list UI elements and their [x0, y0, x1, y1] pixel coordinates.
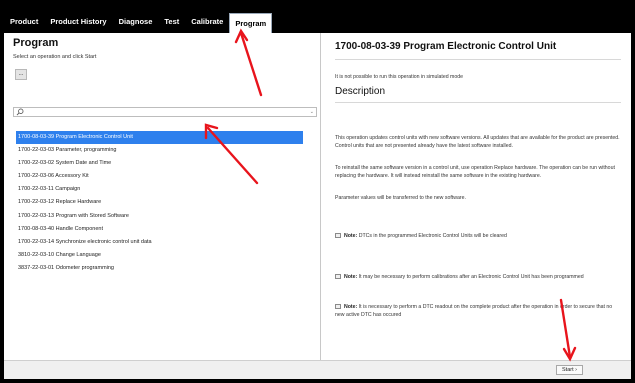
- note-icon: [335, 233, 341, 238]
- list-item[interactable]: 3837-22-03-01 Odometer programming: [16, 262, 303, 275]
- tab-product-history[interactable]: Product History: [44, 12, 112, 33]
- simulated-mode-notice: It is not possible to run this operation…: [335, 74, 464, 80]
- search-box: ⌄: [13, 107, 317, 117]
- note-text: DTCs in the programmed Electronic Contro…: [358, 233, 507, 239]
- description-paragraph: This operation updates control units wit…: [335, 135, 620, 149]
- title-divider: [335, 59, 621, 60]
- note-icon: [335, 304, 341, 309]
- tab-program[interactable]: Program: [229, 13, 273, 33]
- operation-title: 1700-08-03-39 Program Electronic Control…: [335, 41, 557, 52]
- list-item[interactable]: 1700-22-03-12 Replace Hardware: [16, 196, 303, 209]
- page-title: Program: [13, 37, 59, 49]
- list-item[interactable]: 1700-22-03-06 Accessory Kit: [16, 170, 303, 183]
- list-item[interactable]: 1700-22-03-14 Synchronize electronic con…: [16, 236, 303, 249]
- note-text: It may be necessary to perform calibrati…: [358, 274, 584, 280]
- list-item[interactable]: 1700-22-03-11 Campaign: [16, 183, 303, 196]
- action-bar: Start ›: [4, 360, 631, 379]
- instructions-text: Select an operation and click Start: [13, 54, 97, 60]
- note-label: Note:: [344, 304, 358, 310]
- start-button[interactable]: Start ›: [556, 365, 583, 375]
- note-label: Note:: [344, 233, 358, 239]
- description-divider: [335, 102, 621, 103]
- search-icon: [16, 108, 24, 116]
- tab-test[interactable]: Test: [158, 12, 185, 33]
- list-item[interactable]: 1700-08-03-39 Program Electronic Control…: [16, 131, 303, 144]
- operations-pane: Program Select an operation and click St…: [4, 33, 320, 360]
- chevron-down-icon[interactable]: ⌄: [310, 108, 314, 116]
- more-options-button[interactable]: ...: [15, 69, 27, 80]
- note: Note: It is necessary to perform a DTC r…: [335, 304, 621, 319]
- description-heading: Description: [335, 86, 386, 97]
- description-paragraph: To reinstall the same software version i…: [335, 165, 615, 179]
- details-pane: 1700-08-03-39 Program Electronic Control…: [321, 33, 631, 360]
- tab-product[interactable]: Product: [4, 12, 44, 33]
- note-text: It is necessary to perform a DTC readout…: [335, 304, 613, 318]
- operation-list: 1700-08-03-39 Program Electronic Control…: [16, 131, 303, 275]
- tab-diagnose[interactable]: Diagnose: [113, 12, 159, 33]
- list-item[interactable]: 1700-22-03-02 System Date and Time: [16, 157, 303, 170]
- list-item[interactable]: 3810-22-03-10 Change Language: [16, 249, 303, 262]
- menu-bar: Product Product History Diagnose Test Ca…: [4, 12, 631, 33]
- app-window: Product Product History Diagnose Test Ca…: [4, 12, 631, 379]
- note-label: Note:: [344, 274, 358, 280]
- note: Note: It may be necessary to perform cal…: [335, 274, 621, 282]
- list-item[interactable]: 1700-22-03-13 Program with Stored Softwa…: [16, 210, 303, 223]
- tab-calibrate[interactable]: Calibrate: [185, 12, 229, 33]
- note: Note: DTCs in the programmed Electronic …: [335, 233, 621, 241]
- description-paragraph: Parameter values will be transferred to …: [335, 195, 466, 201]
- note-icon: [335, 274, 341, 279]
- list-item[interactable]: 1700-22-03-03 Parameter, programming: [16, 144, 303, 157]
- list-item[interactable]: 1700-08-03-40 Handle Component: [16, 223, 303, 236]
- search-input[interactable]: [26, 108, 302, 116]
